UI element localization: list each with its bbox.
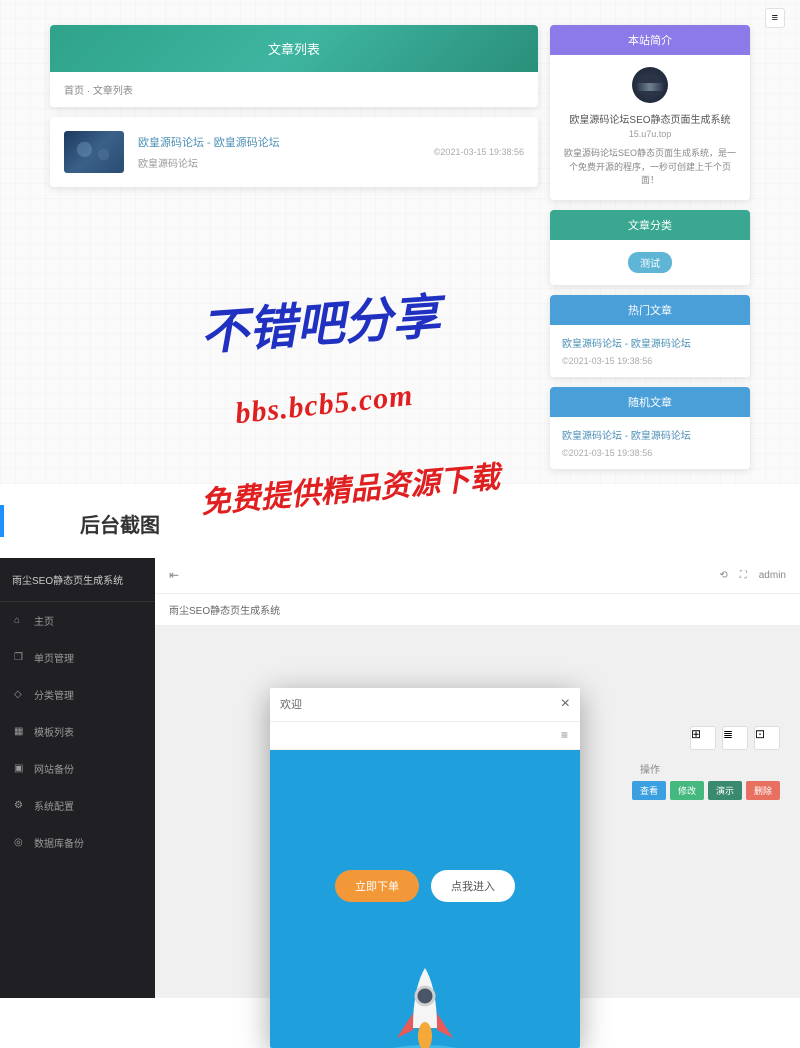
page-icon: ❐ — [14, 652, 24, 662]
category-tag[interactable]: 测试 — [628, 252, 672, 273]
hot-article-date: ©2021-03-15 19:38:56 — [562, 356, 652, 366]
breadcrumb-home[interactable]: 首页 — [64, 86, 84, 97]
menu-system[interactable]: ⚙系统配置 — [0, 787, 155, 824]
modal-body: 立即下单 点我进入 — [270, 750, 580, 1048]
rocket-icon — [355, 938, 495, 1048]
admin-tab[interactable]: 雨尘SEO静态页生成系统 — [155, 594, 800, 626]
refresh-icon[interactable]: ⟲ — [719, 570, 727, 581]
gear-icon: ⚙ — [14, 800, 24, 810]
admin-main: ⇤ ⟲ ⛶ admin 雨尘SEO静态页生成系统 ⊞ ≣ ⊡ 操作 查看 修改 … — [155, 558, 800, 998]
menu-page[interactable]: ❐单页管理 — [0, 639, 155, 676]
article-title[interactable]: 欧皇源码论坛 - 欧皇源码论坛 — [138, 134, 434, 150]
row-action-buttons: 查看 修改 演示 删除 — [632, 781, 780, 800]
template-icon: ▦ — [14, 726, 24, 736]
breadcrumb-current: 文章列表 — [93, 86, 133, 97]
operation-label: 操作 — [640, 761, 660, 776]
menu-toggle[interactable]: ≡ — [765, 8, 785, 28]
admin-topbar: ⇤ ⟲ ⛶ admin — [155, 558, 800, 594]
article-thumbnail — [64, 131, 124, 173]
random-article-date: ©2021-03-15 19:38:56 — [562, 448, 652, 458]
close-icon[interactable]: × — [561, 695, 570, 713]
site-avatar — [632, 67, 668, 103]
home-icon: ⌂ — [14, 615, 24, 625]
action-buttons: ⊞ ≣ ⊡ — [690, 726, 780, 750]
menu-template[interactable]: ▦模板列表 — [0, 713, 155, 750]
menu-category[interactable]: ◇分类管理 — [0, 676, 155, 713]
backup-icon: ▣ — [14, 763, 24, 773]
view-button[interactable]: 查看 — [632, 781, 666, 800]
admin-sidebar: 雨尘SEO静态页生成系统 ⌂主页 ❐单页管理 ◇分类管理 ▦模板列表 ▣网站备份… — [0, 558, 155, 998]
menu-backup[interactable]: ▣网站备份 — [0, 750, 155, 787]
site-intro-card: 本站简介 欧皇源码论坛SEO静态页面生成系统 15.u7u.top 欧皇源码论坛… — [550, 25, 750, 200]
sidebar-toggle-icon[interactable]: ⇤ — [169, 568, 179, 582]
random-header: 随机文章 — [550, 387, 750, 417]
hot-header: 热门文章 — [550, 295, 750, 325]
random-articles-card: 随机文章 欧皇源码论坛 - 欧皇源码论坛 ©2021-03-15 19:38:5… — [550, 387, 750, 469]
modal-title: 欢迎 — [280, 696, 302, 712]
database-icon: ◎ — [14, 837, 24, 847]
action-btn-3[interactable]: ⊡ — [754, 726, 780, 750]
random-article-link[interactable]: 欧皇源码论坛 - 欧皇源码论坛 — [562, 427, 738, 442]
article-list-card: 文章列表 首页 · 文章列表 — [50, 25, 538, 107]
admin-content: ⊞ ≣ ⊡ 操作 查看 修改 演示 删除 欢迎 × ≡ — [155, 626, 800, 996]
welcome-modal: 欢迎 × ≡ 立即下单 点我进入 — [270, 688, 580, 1048]
category-card: 文章分类 测试 — [550, 210, 750, 285]
intro-desc: 欧皇源码论坛SEO静态页面生成系统，是一个免费开源的程序，一秒可创建上千个页面！ — [562, 147, 738, 188]
hot-articles-card: 热门文章 欧皇源码论坛 - 欧皇源码论坛 ©2021-03-15 19:38:5… — [550, 295, 750, 377]
hot-article-link[interactable]: 欧皇源码论坛 - 欧皇源码论坛 — [562, 335, 738, 350]
article-subtitle: 欧皇源码论坛 — [138, 155, 434, 170]
order-button[interactable]: 立即下单 — [335, 870, 419, 902]
menu-db[interactable]: ◎数据库备份 — [0, 824, 155, 861]
delete-button[interactable]: 删除 — [746, 781, 780, 800]
article-list-header: 文章列表 — [50, 25, 538, 72]
enter-button[interactable]: 点我进入 — [431, 870, 515, 902]
category-icon: ◇ — [14, 689, 24, 699]
fullscreen-icon[interactable]: ⛶ — [740, 570, 747, 581]
frontend-preview: 文章列表 首页 · 文章列表 欧皇源码论坛 - 欧皇源码论坛 欧皇源码论坛 ©2… — [0, 0, 800, 484]
intro-header: 本站简介 — [550, 25, 750, 55]
section-title-wrap: 后台截图 — [0, 484, 800, 558]
modal-menu-icon[interactable]: ≡ — [561, 728, 568, 742]
demo-button[interactable]: 演示 — [708, 781, 742, 800]
action-btn-1[interactable]: ⊞ — [690, 726, 716, 750]
article-date: ©2021-03-15 19:38:56 — [434, 147, 524, 157]
action-btn-2[interactable]: ≣ — [722, 726, 748, 750]
intro-title: 欧皇源码论坛SEO静态页面生成系统 — [562, 111, 738, 126]
category-header: 文章分类 — [550, 210, 750, 240]
article-item[interactable]: 欧皇源码论坛 - 欧皇源码论坛 欧皇源码论坛 ©2021-03-15 19:38… — [50, 117, 538, 187]
intro-domain: 15.u7u.top — [562, 129, 738, 139]
admin-user[interactable]: admin — [759, 570, 786, 581]
admin-panel: 雨尘SEO静态页生成系统 ⌂主页 ❐单页管理 ◇分类管理 ▦模板列表 ▣网站备份… — [0, 558, 800, 998]
breadcrumb: 首页 · 文章列表 — [50, 72, 538, 107]
menu-home[interactable]: ⌂主页 — [0, 602, 155, 639]
section-title: 后台截图 — [80, 509, 720, 538]
edit-button[interactable]: 修改 — [670, 781, 704, 800]
admin-logo: 雨尘SEO静态页生成系统 — [0, 558, 155, 602]
